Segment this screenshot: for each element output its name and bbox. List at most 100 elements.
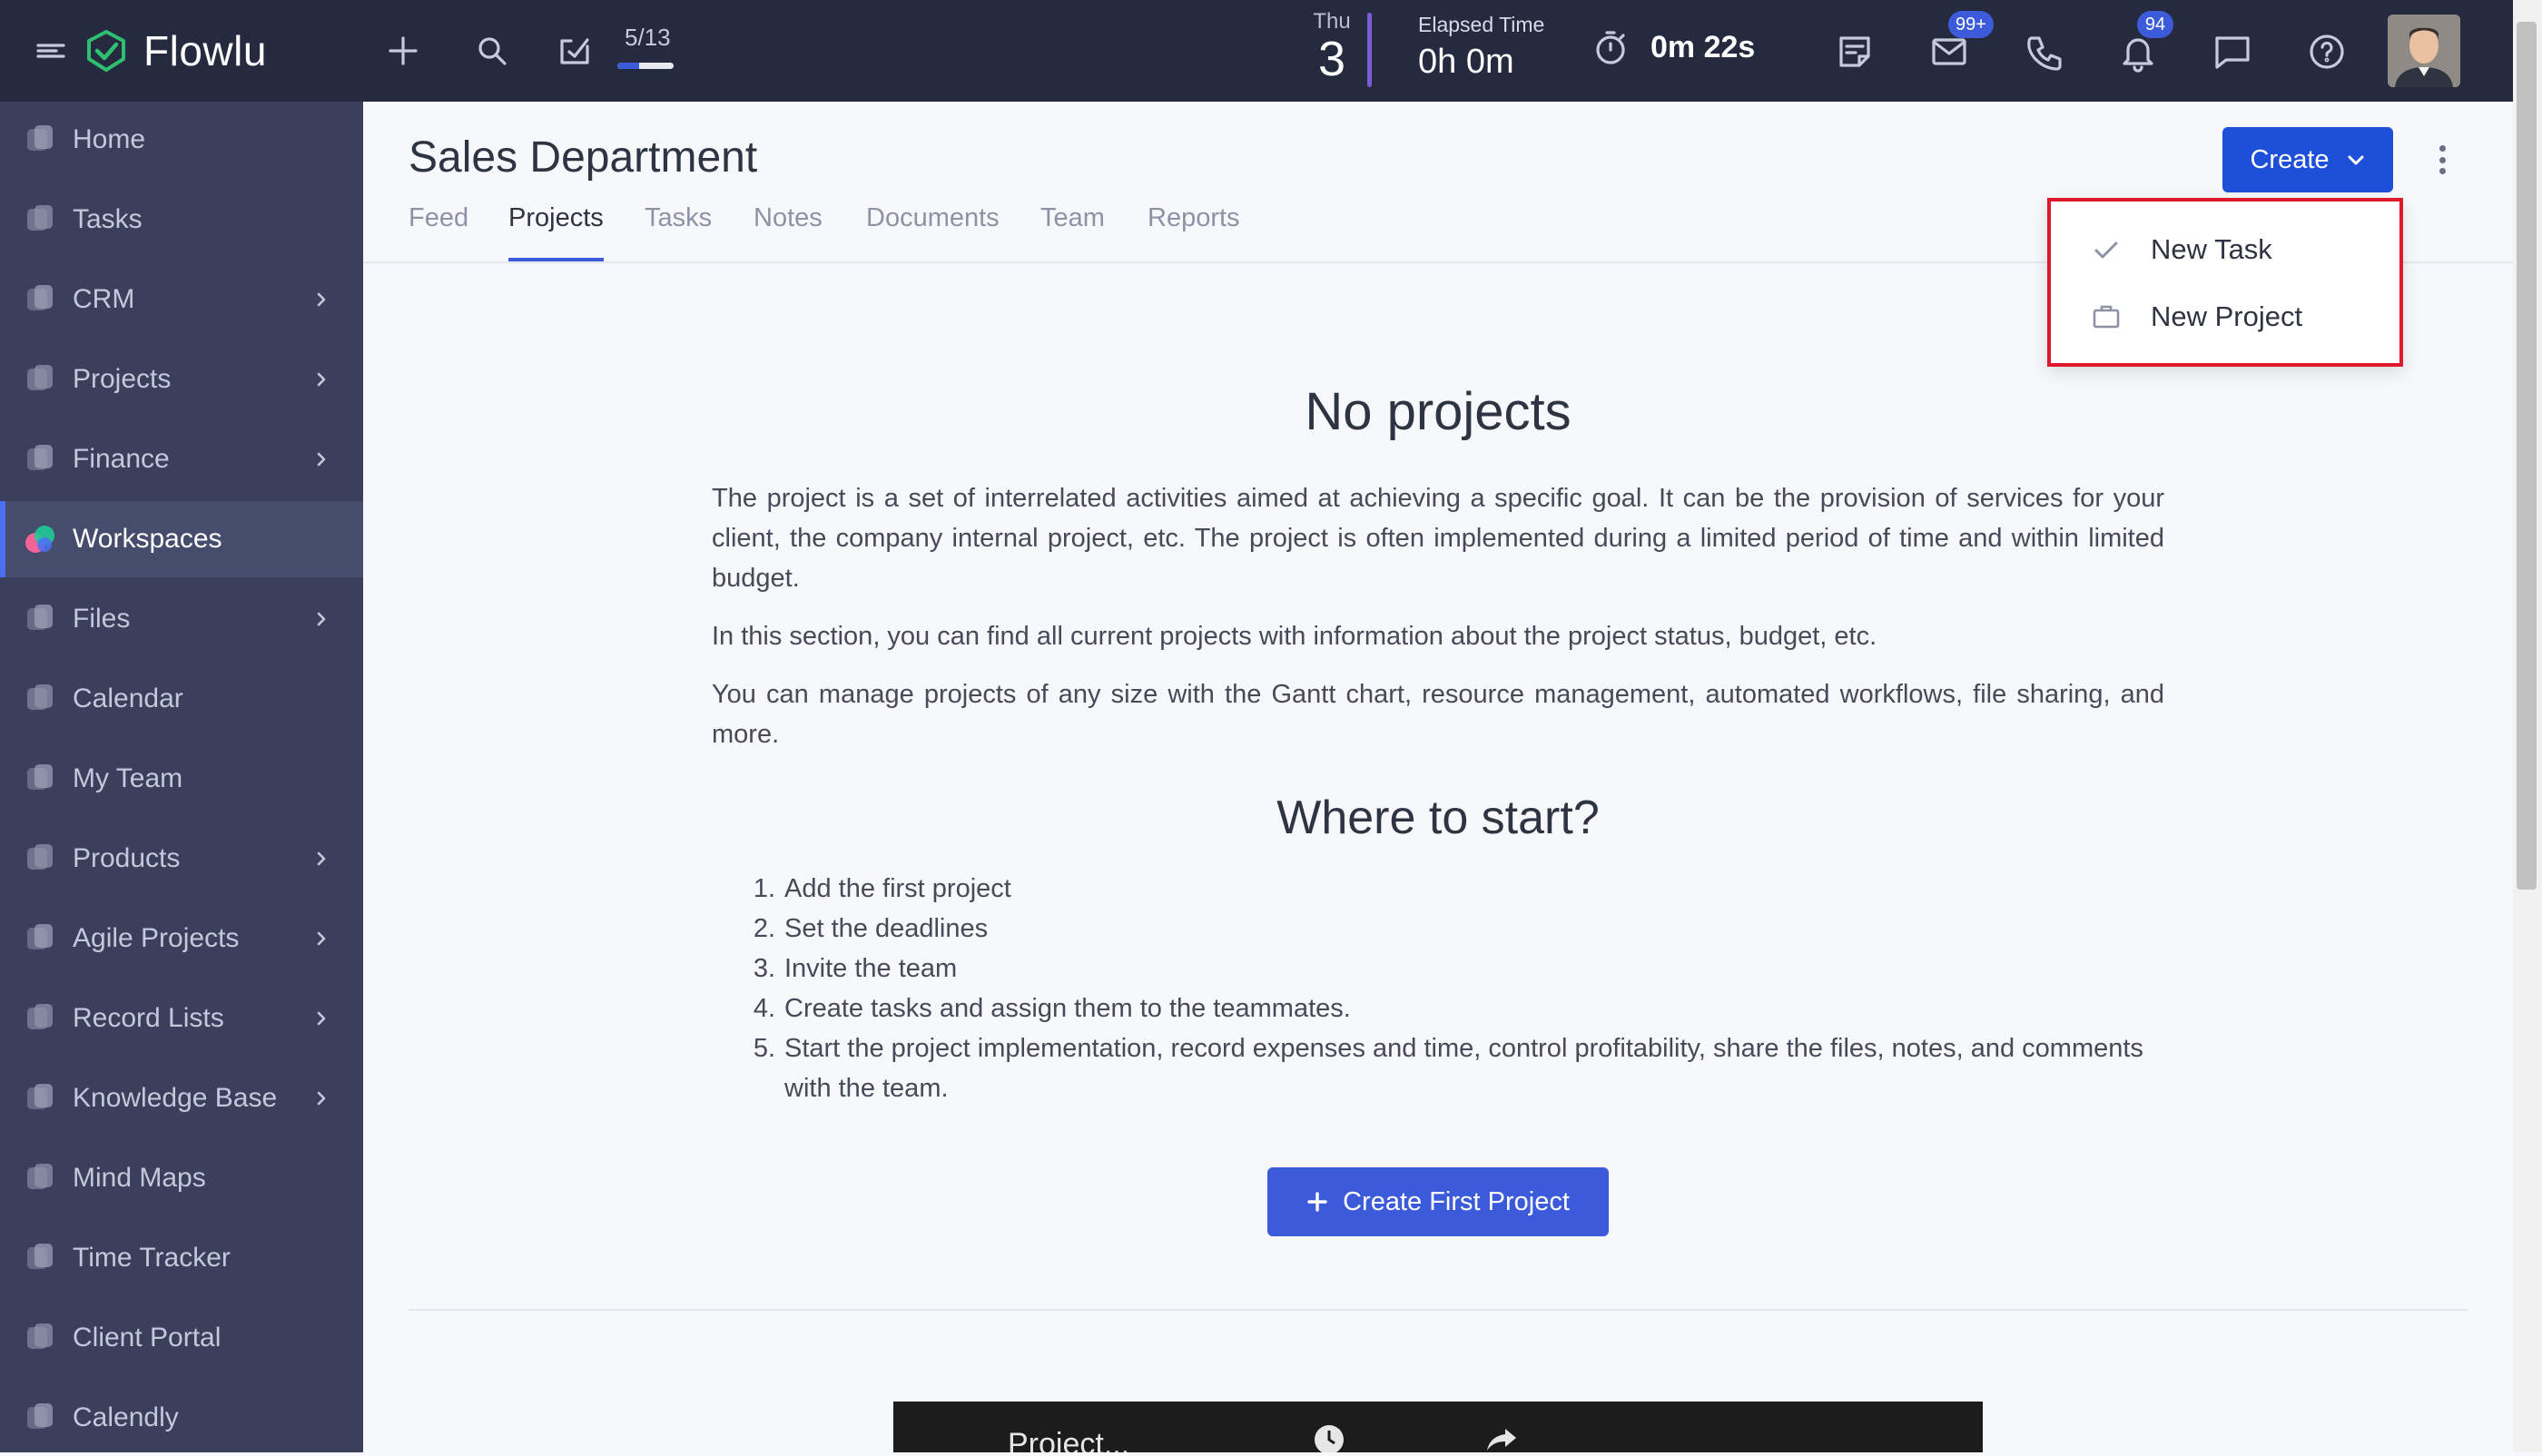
chevron-right-icon [317, 292, 326, 307]
new-task-menu-item[interactable]: New Task [2051, 216, 2399, 283]
products-icon [27, 844, 53, 870]
time-tracker-icon [27, 1244, 53, 1269]
tab-reports[interactable]: Reports [1148, 203, 1240, 261]
sidebar-item-home[interactable]: Home [0, 102, 363, 178]
sidebar-item-client-portal[interactable]: Client Portal [0, 1300, 363, 1376]
sidebar-item-label: Tasks [73, 204, 143, 234]
empty-state: No projects The project is a set of inte… [712, 381, 2164, 1108]
list-item-number: 1. [753, 874, 775, 903]
list-item-text: Create tasks and assign them to the team… [784, 994, 1351, 1023]
user-avatar-icon [2388, 15, 2460, 87]
page-title: Sales Department [409, 133, 758, 182]
client-portal-icon [27, 1323, 53, 1349]
stopwatch-icon [1591, 27, 1631, 67]
sidebar-item-crm[interactable]: CRM [0, 261, 363, 338]
elapsed-time-value: 0h 0m [1418, 43, 1514, 81]
create-button[interactable]: Create [2222, 127, 2393, 192]
sidebar-item-time-tracker[interactable]: Time Tracker [0, 1220, 363, 1296]
flowlu-logo-icon [87, 30, 125, 72]
sidebar-item-record-lists[interactable]: Record Lists [0, 980, 363, 1057]
create-first-project-button[interactable]: Create First Project [1267, 1167, 1609, 1236]
tab-notes[interactable]: Notes [754, 203, 823, 261]
notes-icon[interactable] [1832, 29, 1877, 74]
tab-feed[interactable]: Feed [409, 203, 468, 261]
onboarding-icon[interactable] [554, 27, 596, 69]
more-options-icon[interactable] [2433, 136, 2451, 183]
sidebar-item-tasks[interactable]: Tasks [0, 182, 363, 258]
chevron-right-icon [317, 372, 326, 387]
onboarding-progress[interactable]: 5/13 [617, 24, 674, 69]
list-item-number: 4. [753, 994, 775, 1023]
chevron-right-icon [317, 612, 326, 626]
empty-state-paragraph: In this section, you can find all curren… [712, 622, 1877, 651]
chevron-right-icon [317, 851, 326, 866]
sidebar-item-label: Agile Projects [73, 923, 240, 953]
chevron-right-icon [317, 1091, 326, 1106]
search-icon[interactable] [474, 33, 510, 69]
list-item-number: 2. [753, 914, 775, 943]
sidebar-item-label: Projects [73, 364, 172, 394]
chevron-right-icon [317, 1011, 326, 1026]
sidebar-item-products[interactable]: Products [0, 821, 363, 897]
where-to-start-heading: Where to start? [1276, 792, 1600, 844]
sidebar-item-label: CRM [73, 284, 135, 314]
list-item: 3. Invite the team [712, 949, 2164, 989]
chat-icon[interactable] [2210, 29, 2255, 74]
timer[interactable]: 0m 22s [1591, 27, 1755, 67]
create-button-label: Create [2250, 144, 2330, 174]
mail-icon[interactable]: 99+ [1926, 11, 1994, 74]
sidebar-item-files[interactable]: Files [0, 581, 363, 657]
sidebar-item-projects[interactable]: Projects [0, 341, 363, 418]
sidebar-item-calendly[interactable]: Calendly [0, 1380, 363, 1456]
bell-icon[interactable]: 94 [2115, 11, 2173, 74]
section-divider [409, 1309, 2468, 1311]
sidebar-item-label: Client Portal [73, 1323, 222, 1353]
scrollbar-thumb[interactable] [2517, 22, 2537, 890]
date-number: 3 [1317, 32, 1346, 86]
add-icon[interactable] [385, 33, 421, 69]
calendar-icon [27, 684, 53, 710]
brand[interactable]: Flowlu [84, 20, 267, 82]
watch-later-icon[interactable] [1311, 1422, 1347, 1452]
tab-team[interactable]: Team [1040, 203, 1105, 261]
sidebar-item-label: Calendly [73, 1402, 179, 1432]
progress-text: 5/13 [625, 24, 671, 51]
tab-documents[interactable]: Documents [866, 203, 1000, 261]
list-item-number: 5. [753, 1034, 775, 1063]
sidebar-item-knowledge-base[interactable]: Knowledge Base [0, 1060, 363, 1136]
sidebar-item-my-team[interactable]: My Team [0, 741, 363, 817]
list-item: 1. Add the first project [712, 869, 2164, 909]
phone-icon[interactable] [2021, 29, 2066, 74]
chevron-right-icon [317, 452, 326, 467]
menu-collapse-icon[interactable] [33, 33, 69, 69]
tab-projects[interactable]: Projects [508, 203, 604, 261]
check-icon [2094, 241, 2118, 259]
video-player[interactable]: Project... [893, 1402, 1983, 1452]
sidebar-item-mind-maps[interactable]: Mind Maps [0, 1140, 363, 1216]
list-item-text: Invite the team [784, 954, 958, 983]
list-item: 2. Set the deadlines [712, 909, 2164, 949]
sidebar-item-label: Mind Maps [73, 1163, 206, 1193]
mail-badge: 99+ [1948, 11, 1994, 38]
sidebar-item-label: Time Tracker [73, 1243, 231, 1273]
team-icon [27, 764, 53, 790]
list-item-number: 3. [753, 954, 775, 983]
briefcase-icon [2093, 305, 2120, 329]
sidebar-item-finance[interactable]: Finance [0, 421, 363, 497]
sidebar-item-agile-projects[interactable]: Agile Projects [0, 900, 363, 977]
help-icon[interactable] [2304, 29, 2350, 74]
sidebar-item-calendar[interactable]: Calendar [0, 661, 363, 737]
list-item-text: Start the project implementation, record… [784, 1034, 2143, 1103]
share-icon[interactable] [1483, 1422, 1520, 1452]
tab-tasks[interactable]: Tasks [645, 203, 712, 261]
avatar[interactable] [2388, 15, 2460, 87]
create-dropdown-menu: New Task New Project [2047, 198, 2403, 367]
crm-icon [27, 285, 53, 310]
list-item-text: Set the deadlines [784, 914, 989, 943]
sidebar: Home Tasks CRM Projects Finance Workspaces Fil… [0, 102, 363, 1452]
new-project-menu-item[interactable]: New Project [2051, 283, 2399, 350]
workspaces-icon [25, 526, 54, 553]
chevron-right-icon [317, 931, 326, 946]
progress-bar [617, 63, 674, 69]
sidebar-item-workspaces[interactable]: Workspaces [0, 501, 363, 577]
